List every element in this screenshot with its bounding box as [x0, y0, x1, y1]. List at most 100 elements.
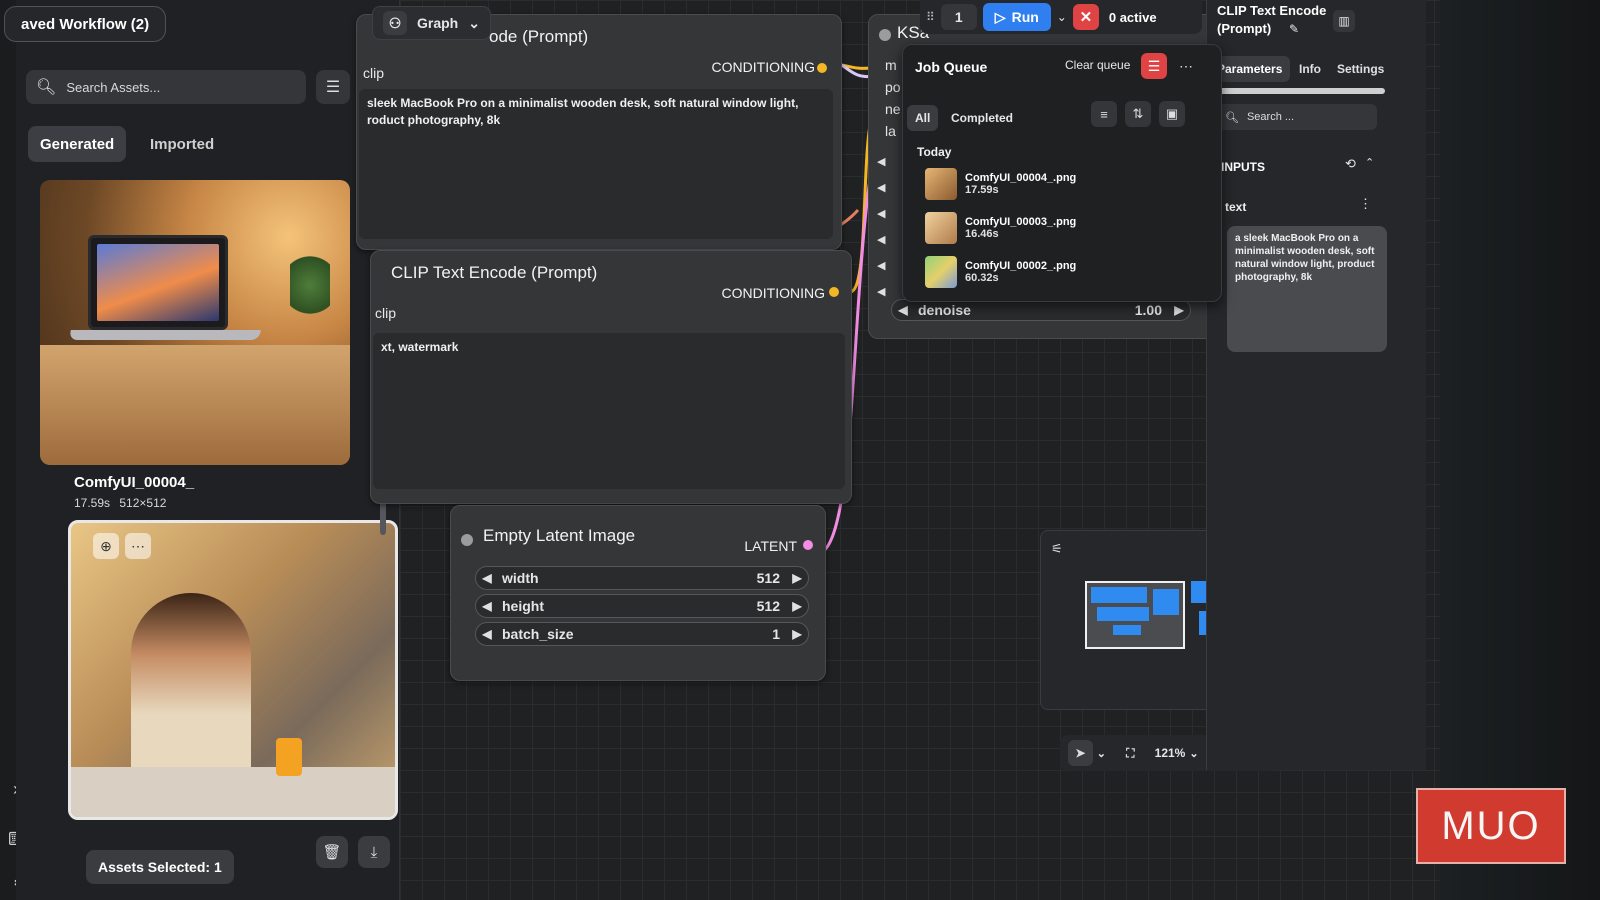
- tab-indicator: [1215, 88, 1385, 94]
- download-button[interactable]: ⤓: [358, 836, 390, 868]
- queue-item[interactable]: ComfyUI_00003_.png 16.46s: [925, 209, 1076, 247]
- zoom-level[interactable]: 121%: [1155, 746, 1186, 760]
- tab-settings[interactable]: Settings: [1329, 56, 1392, 82]
- zoom-icon[interactable]: ⊕: [93, 533, 119, 559]
- search-icon: 🔍︎: [36, 79, 57, 96]
- prompt-text-area[interactable]: xt, watermark: [373, 333, 845, 489]
- graph-dropdown[interactable]: ⚇ Graph ⌄: [372, 6, 491, 40]
- queue-item[interactable]: ComfyUI_00004_.png 17.59s: [925, 165, 1076, 203]
- chevron-down-icon: ⌄: [468, 14, 480, 31]
- output-latent-label: LATENT: [744, 538, 797, 554]
- decrement-arrow-icon[interactable]: ◀: [476, 627, 498, 641]
- input-model-label: m: [885, 57, 897, 73]
- widget-value: 1: [772, 626, 780, 642]
- widget-label: width: [502, 570, 539, 586]
- node-status-dot: [461, 534, 473, 546]
- widget-batch-size[interactable]: ◀ batch_size 1 ▶: [475, 622, 809, 646]
- collapse-icon[interactable]: ⌃: [1365, 156, 1374, 169]
- play-icon: ▷: [994, 8, 1006, 25]
- minimap-settings-icon[interactable]: ⚟: [1051, 541, 1063, 557]
- widget-value: 1.00: [1134, 302, 1162, 318]
- delete-button[interactable]: 🗑︎: [316, 836, 348, 868]
- asset-size: 512×512: [119, 496, 167, 510]
- queue-item-time: 17.59s: [965, 184, 999, 196]
- widget-height[interactable]: ◀ height 512 ▶: [475, 594, 809, 618]
- properties-panel: CLIP Text Encode (Prompt) ✎ ▥ Parameters…: [1206, 0, 1426, 770]
- decrement-arrow-icon[interactable]: ◀: [476, 599, 498, 613]
- increment-arrow-icon[interactable]: ▶: [786, 627, 808, 641]
- panel-toggle-icon[interactable]: ▥: [1333, 10, 1355, 32]
- asset-thumbnail-selected[interactable]: ⊕ ⋯: [68, 520, 398, 820]
- job-queue-panel: Job Queue Clear queue ☰ ⋯ All Completed …: [902, 44, 1222, 302]
- graph-label: Graph: [417, 15, 459, 31]
- edit-pencil-icon[interactable]: ✎: [1289, 22, 1299, 36]
- queue-item-thumbnail: [925, 212, 957, 244]
- brand-logo: MUO: [1416, 788, 1566, 864]
- chevron-down-icon[interactable]: ⌄: [1189, 747, 1198, 760]
- search-icon: 🔍︎: [1225, 111, 1239, 124]
- comfy-logo-icon: ⚇: [383, 11, 407, 35]
- output-conditioning-dot[interactable]: [817, 63, 827, 73]
- decrement-arrow-icon[interactable]: ◀: [476, 571, 498, 585]
- text-field-value[interactable]: a sleek MacBook Pro on a minimalist wood…: [1227, 226, 1387, 352]
- gallery-icon[interactable]: ▣: [1159, 101, 1185, 127]
- node-positive-prompt[interactable]: ode (Prompt) clip CONDITIONING sleek Mac…: [356, 14, 842, 250]
- queue-item-thumbnail: [925, 168, 957, 200]
- filter-icon[interactable]: ≡: [1091, 101, 1117, 127]
- tab-generated[interactable]: Generated: [28, 126, 127, 162]
- run-button[interactable]: ▷ Run: [982, 3, 1051, 31]
- active-jobs-count[interactable]: 0 active: [1105, 10, 1157, 25]
- asset-thumbnail-laptop[interactable]: [40, 180, 350, 465]
- queue-tab-all[interactable]: All: [907, 105, 939, 131]
- minimap-node: [1097, 607, 1149, 621]
- queue-item-thumbnail: [925, 256, 957, 288]
- node-negative-prompt[interactable]: CLIP Text Encode (Prompt) clip CONDITION…: [370, 250, 852, 504]
- asset-name: ComfyUI_00004_: [74, 474, 195, 491]
- widget-width[interactable]: ◀ width 512 ▶: [475, 566, 809, 590]
- prompt-text-area[interactable]: sleek MacBook Pro on a minimalist wooden…: [359, 89, 833, 239]
- assets-search-input[interactable]: [66, 79, 287, 95]
- widget-arrow-icon[interactable]: ◀ ◀ ◀ ◀ ◀ ◀: [877, 149, 885, 305]
- output-conditioning-dot[interactable]: [829, 287, 839, 297]
- input-latent-label: la: [885, 123, 896, 139]
- batch-count-input[interactable]: 1: [940, 4, 977, 30]
- reset-icon[interactable]: ⟲: [1345, 156, 1356, 172]
- output-conditioning-label: CONDITIONING: [711, 59, 815, 75]
- sort-icon[interactable]: ⇅: [1125, 101, 1151, 127]
- properties-search[interactable]: 🔍︎: [1217, 104, 1377, 130]
- queue-list-icon[interactable]: ☰: [1141, 53, 1167, 79]
- queue-item[interactable]: ComfyUI_00002_.png 60.32s: [925, 253, 1076, 291]
- assets-filter-button[interactable]: ☰: [316, 70, 350, 104]
- queue-item-time: 16.46s: [965, 228, 999, 240]
- assets-search[interactable]: 🔍︎: [26, 70, 306, 104]
- chevron-down-icon[interactable]: ⌄: [1097, 747, 1106, 760]
- increment-arrow-icon[interactable]: ▶: [786, 599, 808, 613]
- tab-info[interactable]: Info: [1291, 56, 1329, 82]
- drag-handle-icon[interactable]: ⠿: [926, 10, 935, 24]
- sliders-icon: ☰: [325, 79, 341, 96]
- node-empty-latent[interactable]: Empty Latent Image LATENT ◀ width 512 ▶ …: [450, 505, 826, 681]
- asset-duration: 17.59s: [74, 496, 111, 510]
- queue-item-name: ComfyUI_00003_.png: [965, 216, 1077, 228]
- workflow-tab[interactable]: aved Workflow (2): [4, 6, 167, 42]
- queue-tab-completed[interactable]: Completed: [943, 105, 1021, 131]
- select-tool-icon[interactable]: ➤: [1068, 740, 1093, 766]
- properties-search-input[interactable]: [1246, 111, 1357, 123]
- tab-imported[interactable]: Imported: [138, 126, 226, 162]
- clear-queue-button[interactable]: Clear queue: [1065, 58, 1130, 72]
- output-latent-dot[interactable]: [803, 540, 813, 550]
- increment-arrow-icon[interactable]: ▶: [1168, 303, 1190, 317]
- trash-icon: 🗑︎: [322, 844, 342, 861]
- field-menu-icon[interactable]: ⋮: [1359, 196, 1372, 212]
- cancel-run-button[interactable]: ✕: [1072, 4, 1099, 30]
- widget-denoise[interactable]: ◀ denoise 1.00 ▶: [891, 299, 1191, 321]
- asset-meta: 17.59s 512×512: [74, 496, 166, 510]
- more-icon[interactable]: ⋯: [125, 533, 151, 559]
- fit-view-icon[interactable]: ⛶: [1118, 740, 1143, 766]
- queue-item-time: 60.32s: [965, 272, 999, 284]
- more-icon[interactable]: ⋯: [1173, 53, 1199, 79]
- decrement-arrow-icon[interactable]: ◀: [892, 303, 914, 317]
- minimap-node: [1153, 589, 1179, 615]
- run-options-chevron-icon[interactable]: ⌄: [1057, 10, 1067, 24]
- increment-arrow-icon[interactable]: ▶: [786, 571, 808, 585]
